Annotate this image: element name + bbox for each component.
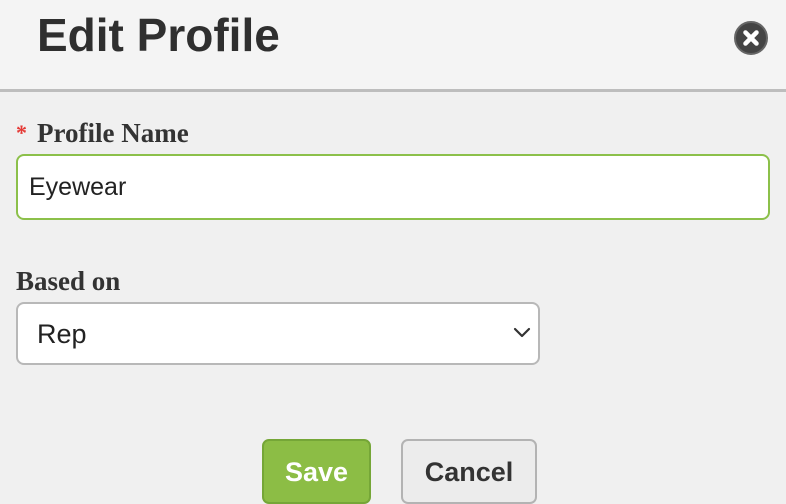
close-button[interactable] bbox=[734, 21, 768, 55]
based-on-label: Based on bbox=[16, 266, 121, 296]
dialog-header: Edit Profile bbox=[0, 0, 786, 92]
close-icon bbox=[743, 30, 759, 46]
cancel-button[interactable]: Cancel bbox=[401, 439, 537, 504]
chevron-down-icon bbox=[513, 327, 531, 338]
required-indicator: * bbox=[16, 120, 27, 145]
save-button[interactable]: Save bbox=[262, 439, 371, 504]
based-on-select[interactable]: Rep bbox=[16, 302, 540, 365]
profile-name-input[interactable] bbox=[16, 154, 770, 220]
profile-name-label: Profile Name bbox=[37, 118, 189, 148]
based-on-selected-value: Rep bbox=[37, 319, 87, 349]
dialog-title: Edit Profile bbox=[37, 9, 280, 61]
